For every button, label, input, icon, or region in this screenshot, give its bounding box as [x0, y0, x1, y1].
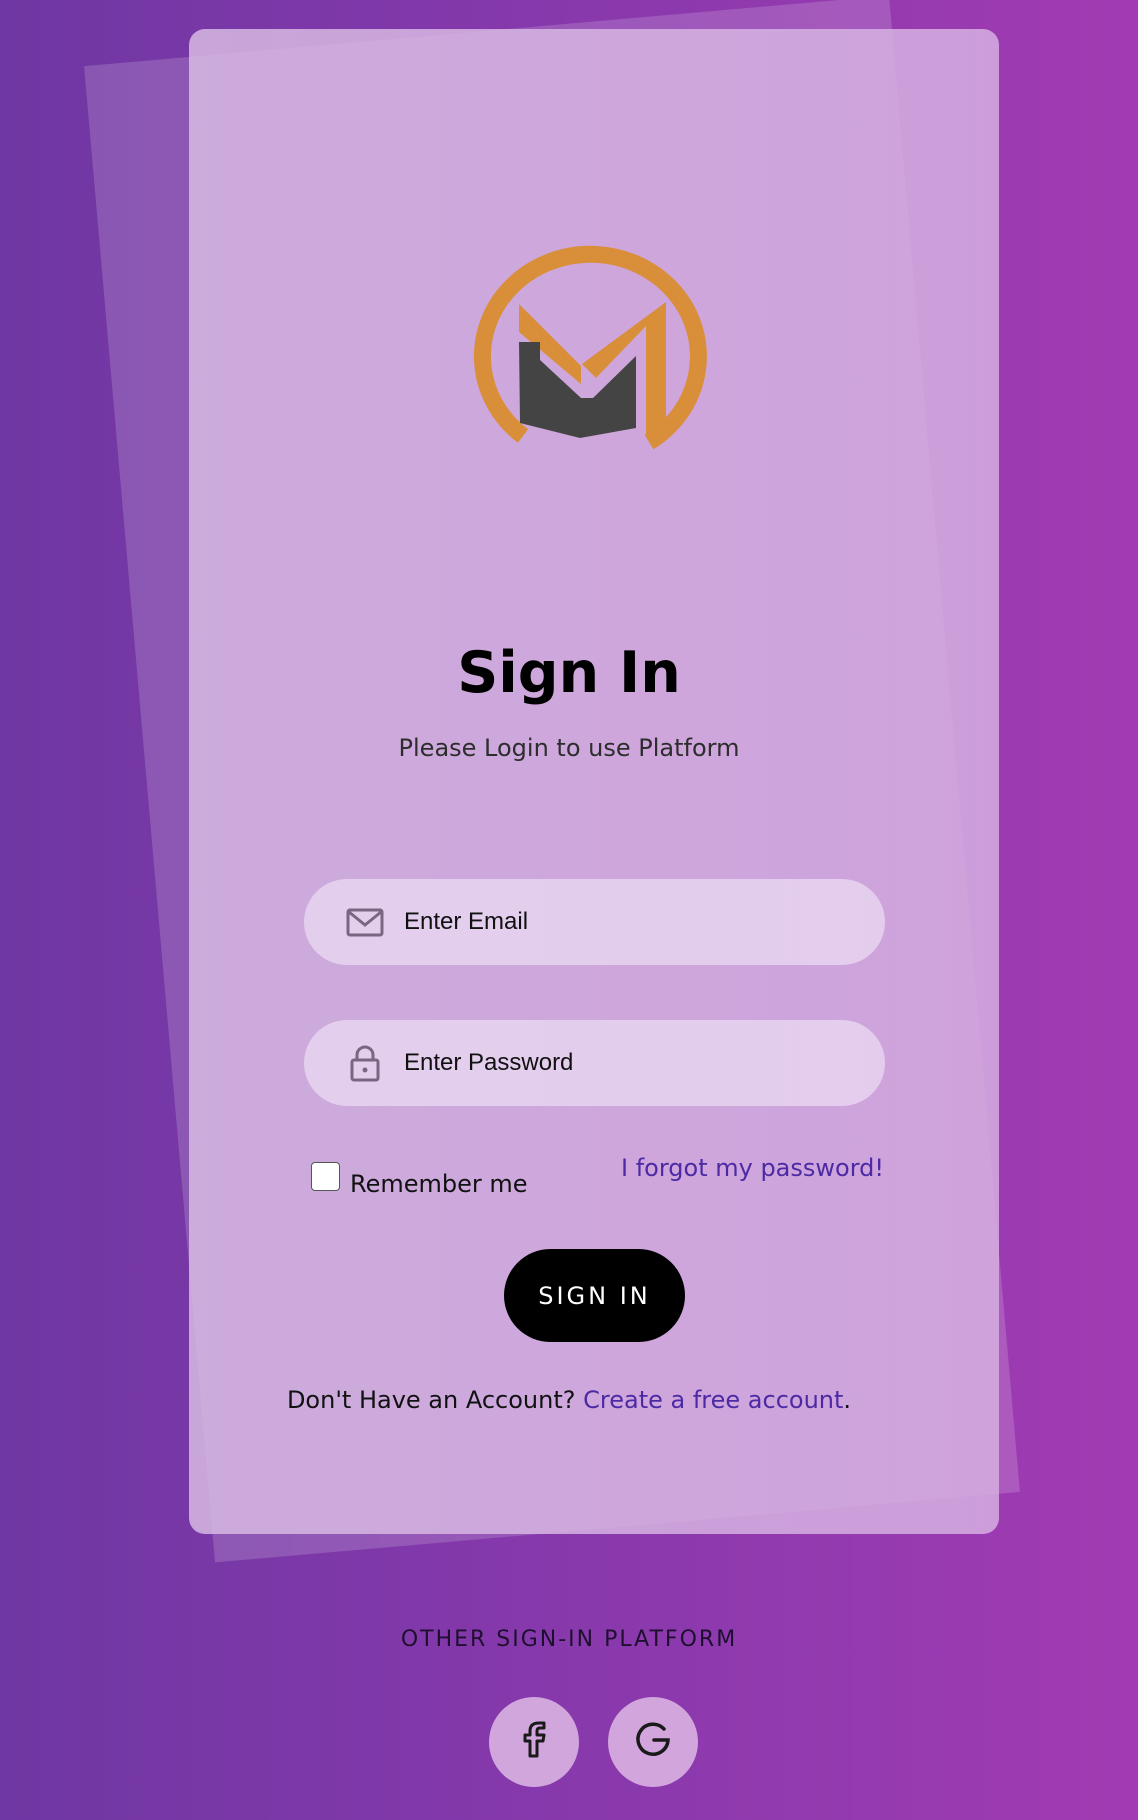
password-input[interactable]: [404, 1020, 854, 1106]
page-title: Sign In: [457, 640, 681, 706]
forgot-password-link[interactable]: I forgot my password!: [621, 1154, 884, 1182]
brand-logo: [470, 242, 716, 468]
page-subtitle: Please Login to use Platform: [398, 734, 740, 762]
facebook-icon: [512, 1718, 556, 1766]
create-account-suffix: .: [843, 1386, 852, 1414]
remember-me[interactable]: Remember me: [311, 1154, 528, 1198]
email-field[interactable]: [304, 879, 885, 965]
email-input[interactable]: [404, 879, 854, 965]
google-icon: [631, 1718, 675, 1766]
remember-me-label: Remember me: [350, 1170, 528, 1198]
facebook-sign-in-button[interactable]: [489, 1697, 579, 1787]
create-account-prompt: Don't Have an Account?: [286, 1386, 576, 1414]
create-account-row: Don't Have an Account? Create a free acc…: [0, 1386, 1138, 1414]
envelope-icon: [346, 903, 384, 941]
sign-in-button[interactable]: SIGN IN: [504, 1249, 685, 1342]
other-sign-in-label: OTHER SIGN-IN PLATFORM: [400, 1627, 738, 1652]
lock-icon: [346, 1044, 384, 1082]
remember-me-checkbox[interactable]: [311, 1161, 340, 1191]
password-field[interactable]: [304, 1020, 885, 1106]
create-account-link[interactable]: Create a free account: [583, 1386, 843, 1414]
google-sign-in-button[interactable]: [608, 1697, 698, 1787]
